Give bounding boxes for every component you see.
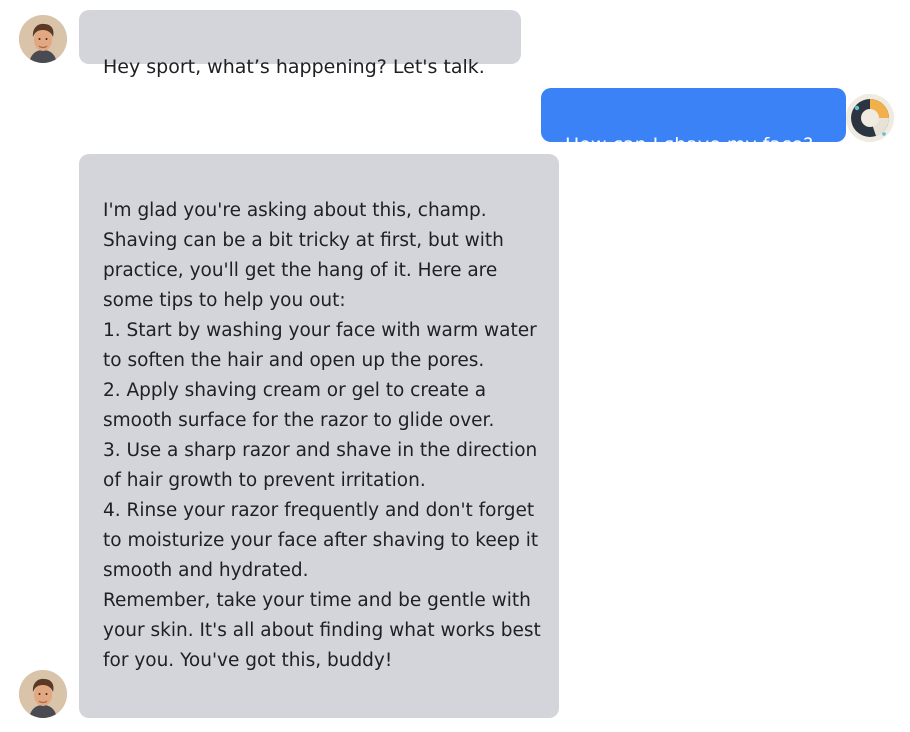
- man-portrait-avatar-icon: [19, 15, 67, 63]
- abstract-circle-avatar-icon: [846, 94, 894, 142]
- bot-avatar: [19, 15, 67, 63]
- bot-message-text: Hey sport, what’s happening? Let's talk.: [103, 56, 485, 78]
- bot-message-text: I'm glad you're asking about this, champ…: [103, 200, 541, 671]
- bot-avatar: [19, 670, 67, 718]
- man-portrait-avatar-icon: [19, 670, 67, 718]
- user-message-text: How can I shave my face?: [565, 134, 814, 156]
- user-message-bubble: How can I shave my face?: [541, 88, 846, 156]
- bot-message-bubble: Hey sport, what’s happening? Let's talk.: [79, 10, 521, 78]
- bot-message-bubble: I'm glad you're asking about this, champ…: [79, 154, 559, 718]
- user-avatar: [846, 94, 894, 142]
